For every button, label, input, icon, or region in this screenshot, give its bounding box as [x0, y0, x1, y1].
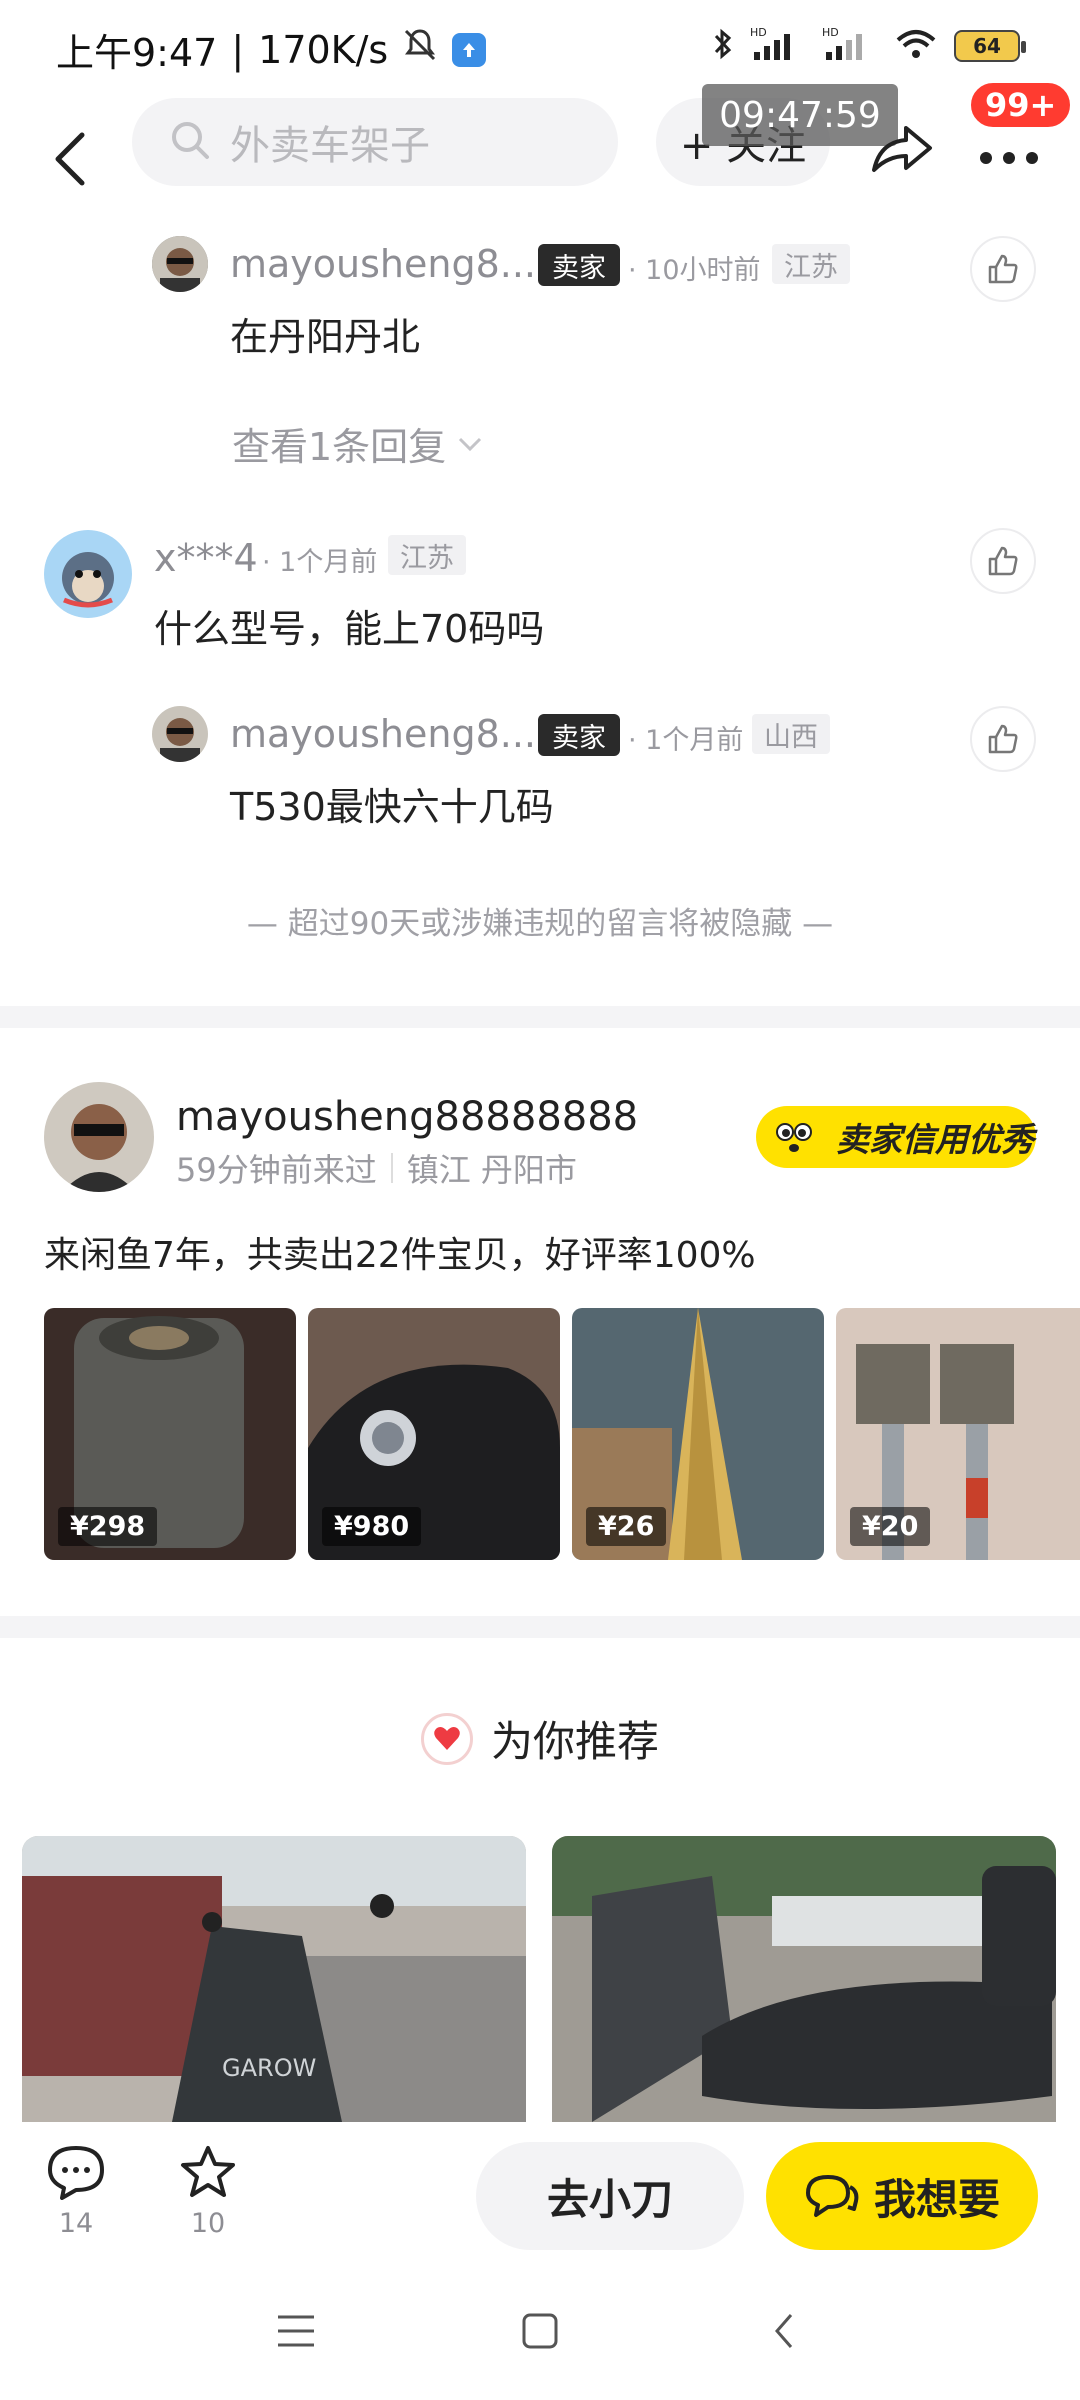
comment-time: · 1个月前	[628, 725, 744, 756]
battery-icon: 64	[954, 30, 1026, 62]
notification-badge: 99+	[968, 80, 1074, 130]
location-tag: 江苏	[772, 244, 850, 284]
recommend-card[interactable]: GAROW	[22, 1836, 526, 2122]
system-back-button[interactable]	[754, 2306, 814, 2356]
comment-notice: — 超过90天或涉嫌违规的留言将被隐藏 —	[246, 906, 834, 942]
comment-author[interactable]: x***4	[154, 536, 258, 580]
seller-last-seen: 59分钟前来过	[176, 1151, 377, 1189]
seller-location: 镇江 丹阳市	[406, 1151, 577, 1189]
comment-author[interactable]: mayousheng8...	[230, 242, 536, 286]
seller-item-thumb[interactable]: ¥20	[836, 1308, 1080, 1560]
home-button[interactable]	[510, 2306, 570, 2356]
share-button[interactable]	[866, 112, 936, 182]
view-replies-link[interactable]: 查看1条回复	[232, 416, 484, 471]
seller-tag: 卖家	[538, 244, 620, 286]
status-time: 上午9:47	[56, 31, 218, 75]
wifi-icon	[894, 26, 938, 66]
search-placeholder: 外卖车架子	[230, 123, 430, 169]
seller-meta: 59分钟前来过 镇江 丹阳市	[176, 1145, 577, 1191]
comment-time: · 10小时前	[628, 255, 761, 286]
recommend-card[interactable]	[552, 1836, 1056, 2122]
back-triangle-icon	[775, 2314, 793, 2348]
mute-icon	[402, 27, 438, 72]
seller-avatar[interactable]	[44, 1082, 154, 1192]
recommend-title: 为你推荐	[490, 1717, 659, 1766]
item-price: ¥20	[850, 1507, 931, 1546]
search-icon	[168, 118, 212, 166]
credit-badge[interactable]: 卖家信用优秀	[756, 1106, 1036, 1168]
avatar[interactable]	[44, 530, 132, 618]
view-replies-label: 查看1条回复	[232, 425, 447, 469]
svg-text:GAROW: GAROW	[222, 2054, 316, 2082]
want-label: 我想要	[873, 2174, 1000, 2224]
favorite-button[interactable]: 10	[168, 2144, 248, 2239]
thumbs-up-icon	[988, 254, 1018, 284]
back-arrow-icon	[55, 132, 85, 186]
location-tag: 山西	[752, 714, 830, 754]
svg-text:HD: HD	[822, 26, 839, 39]
thumbs-up-icon	[988, 724, 1018, 754]
status-net-speed: 170K/s	[258, 27, 389, 72]
bluetooth-icon	[712, 26, 734, 66]
like-button[interactable]	[970, 706, 1036, 772]
comment-button[interactable]: 14	[36, 2144, 116, 2239]
signal-icon: HD	[750, 26, 806, 66]
seller-name[interactable]: mayousheng88888888	[176, 1094, 638, 1140]
section-divider	[0, 1006, 1080, 1028]
credit-badge-label: 卖家信用优秀	[836, 1120, 1034, 1159]
bottom-action-bar: 14 10 去小刀 我想要	[0, 2122, 1080, 2262]
section-divider	[0, 1616, 1080, 1638]
comment-author[interactable]: mayousheng8...	[230, 712, 536, 756]
item-price: ¥26	[586, 1507, 667, 1546]
home-square-icon	[522, 2313, 558, 2349]
separator	[390, 1153, 393, 1183]
item-price: ¥980	[322, 1507, 422, 1546]
like-button[interactable]	[970, 528, 1036, 594]
seller-description: 来闲鱼7年，共卖出22件宝贝，好评率100%	[44, 1235, 756, 1276]
system-navigation-bar	[0, 2262, 1080, 2400]
avatar[interactable]	[152, 706, 208, 762]
share-icon	[872, 126, 932, 172]
location-tag: 江苏	[388, 535, 466, 575]
back-button[interactable]	[40, 114, 100, 204]
comment-text[interactable]: 什么型号，能上70码吗	[154, 598, 544, 653]
menu-icon	[278, 2315, 314, 2347]
svg-text:HD: HD	[750, 26, 767, 39]
search-input[interactable]: 外卖车架子	[132, 98, 618, 186]
want-button[interactable]: 我想要	[766, 2142, 1038, 2250]
star-icon	[181, 2146, 235, 2197]
go-button[interactable]: 去小刀	[476, 2142, 744, 2250]
top-navigation: 外卖车架子 + 关注 09:47:59 99+	[0, 80, 1080, 226]
thumbs-up-icon	[988, 546, 1018, 576]
comment-time: · 1个月前	[262, 547, 378, 578]
item-price: ¥298	[58, 1507, 158, 1546]
menu-button[interactable]	[266, 2306, 326, 2356]
status-right: HD HD 64	[712, 26, 1026, 66]
seller-item-thumb[interactable]: ¥26	[572, 1308, 824, 1560]
favorite-count: 10	[190, 2208, 226, 2239]
heart-icon	[420, 1712, 473, 1765]
signal-icon-2: HD	[822, 26, 878, 66]
status-bar: 上午9:47 | 170K/s HD HD 64	[0, 0, 1080, 96]
avatar[interactable]	[152, 236, 208, 292]
comment-icon	[48, 2146, 104, 2200]
seller-item-thumb[interactable]: ¥298	[44, 1308, 296, 1560]
app-notification-icon	[452, 32, 487, 67]
seller-item-thumb[interactable]: ¥980	[308, 1308, 560, 1560]
recommend-header: 为你推荐	[0, 1708, 1080, 1769]
comment-text[interactable]: T530最快六十几码	[230, 776, 554, 831]
like-button[interactable]	[970, 236, 1036, 302]
status-left: 上午9:47 | 170K/s	[56, 22, 487, 77]
comment-text[interactable]: 在丹阳丹北	[230, 306, 420, 361]
fish-face-icon	[768, 1110, 820, 1162]
seller-tag: 卖家	[538, 714, 620, 756]
chat-icon	[805, 2175, 859, 2217]
chevron-down-icon	[459, 437, 482, 451]
comment-count: 14	[58, 2208, 94, 2239]
